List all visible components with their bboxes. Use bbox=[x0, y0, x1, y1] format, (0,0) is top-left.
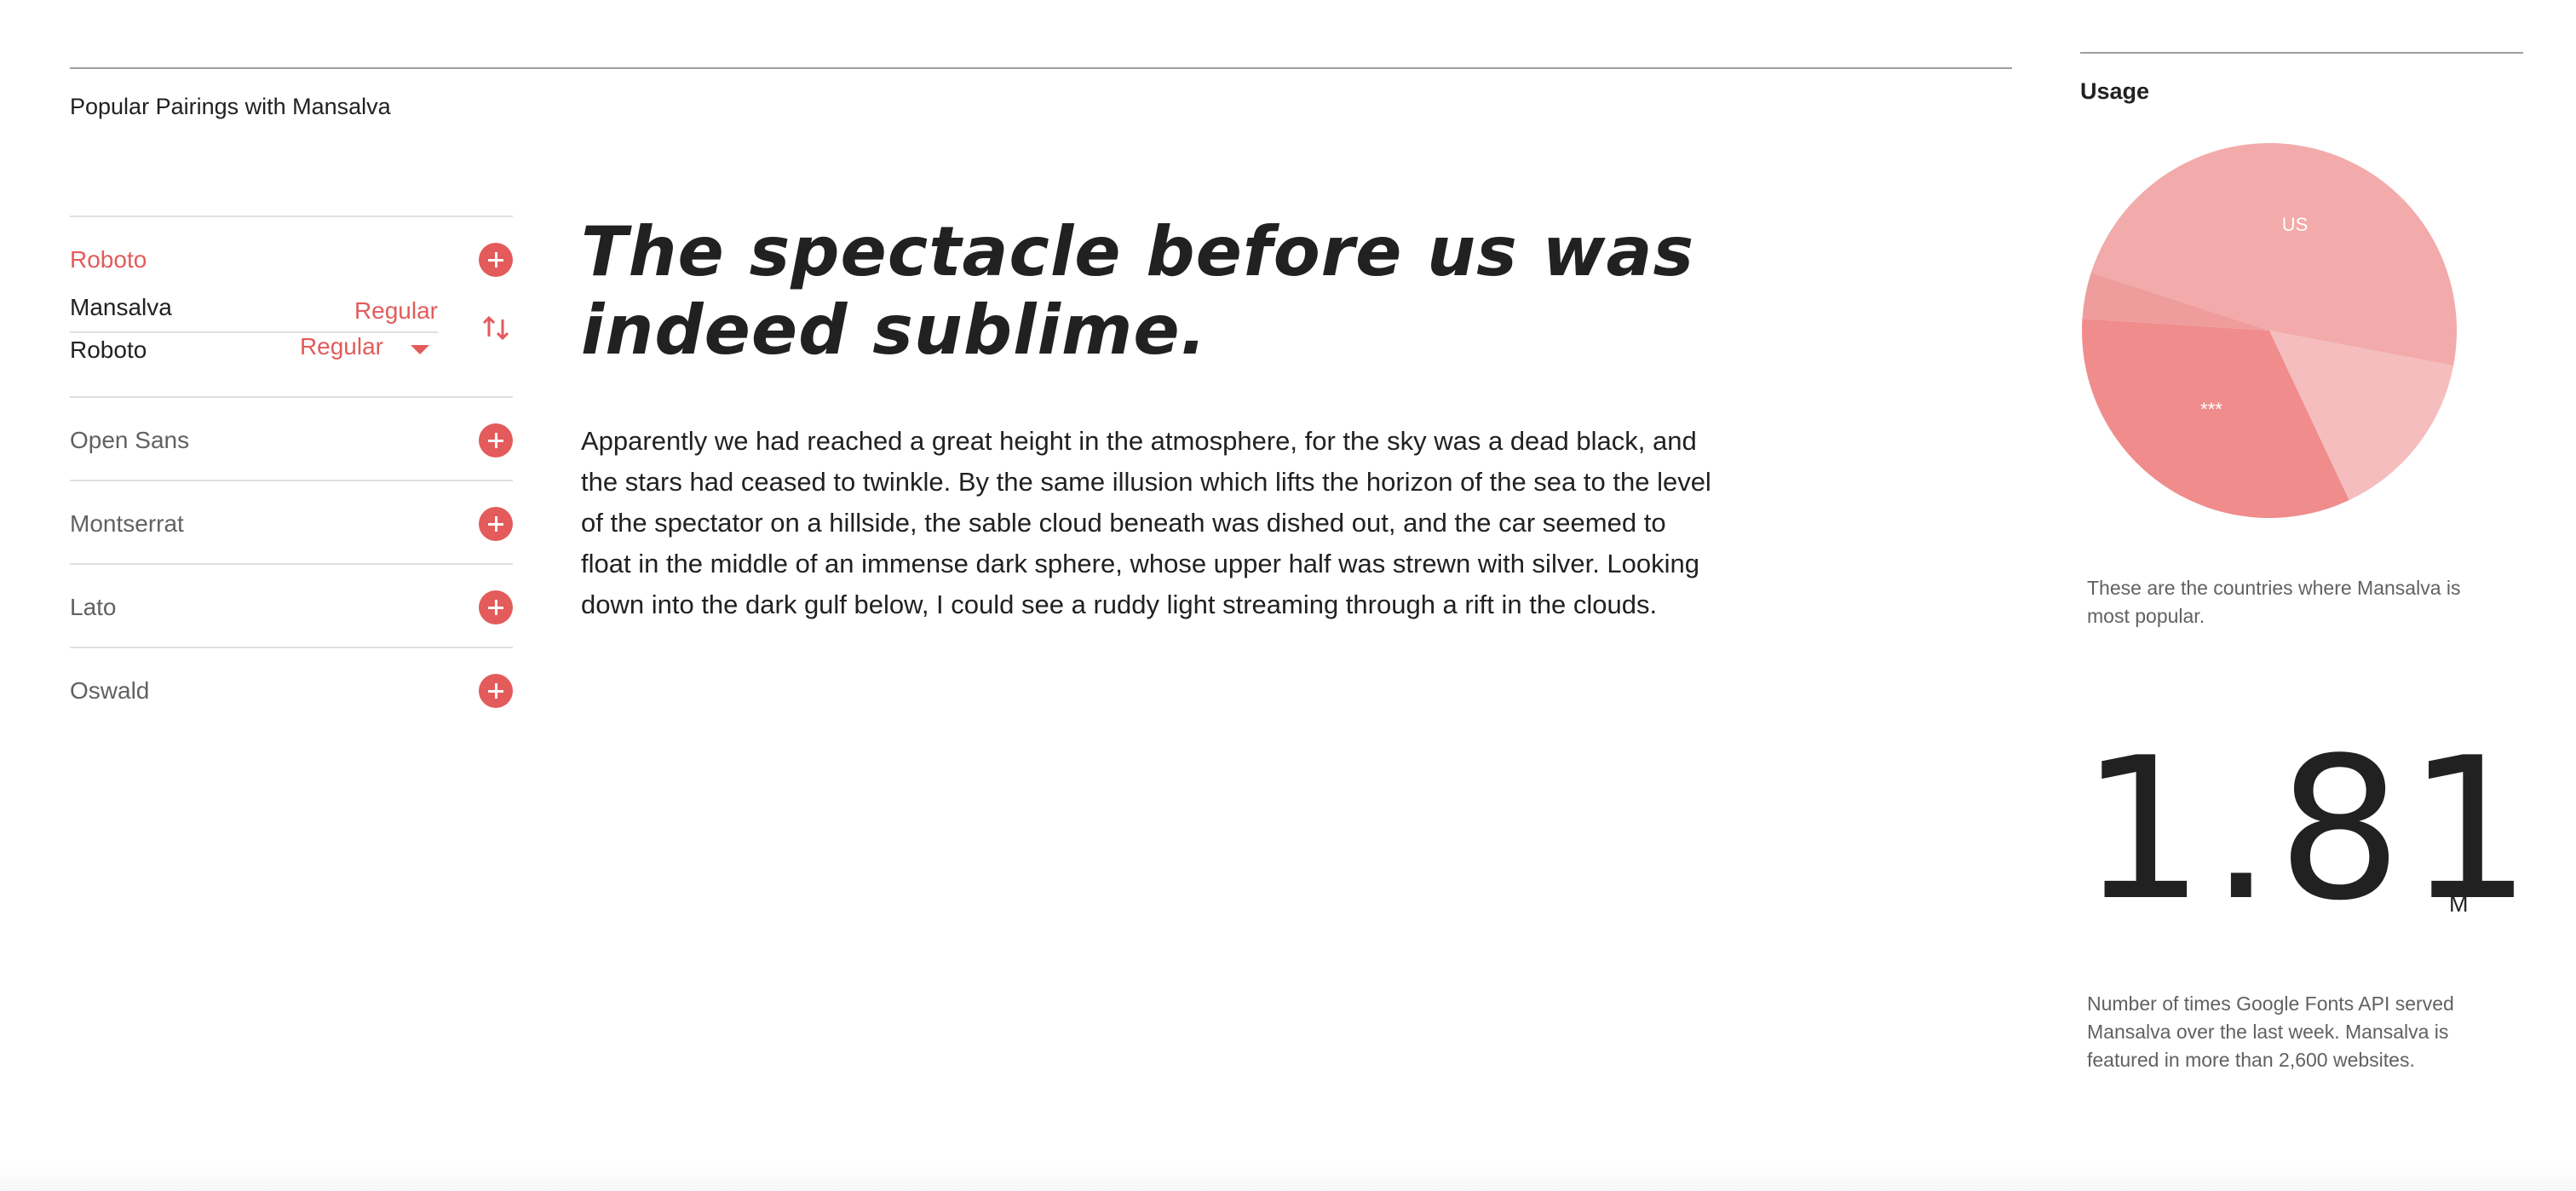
add-icon[interactable] bbox=[479, 423, 513, 457]
pairing-item[interactable]: Montserrat bbox=[70, 480, 513, 563]
secondary-weight-select[interactable]: Regular bbox=[300, 333, 383, 360]
pairing-label: Roboto bbox=[70, 246, 147, 273]
usage-count-caption: Number of times Google Fonts API served … bbox=[2087, 992, 2454, 1071]
add-icon[interactable] bbox=[479, 590, 513, 624]
pairing-item[interactable]: Oswald bbox=[70, 647, 513, 730]
preview-body: Apparently we had reached a great height… bbox=[581, 426, 1711, 619]
pie-slice-label: US bbox=[2282, 214, 2309, 235]
section-title: Popular Pairings with Mansalva bbox=[70, 94, 391, 119]
usage-title: Usage bbox=[2080, 78, 2150, 104]
pairing-item-active[interactable]: Roboto bbox=[70, 216, 513, 277]
pairing-label: Lato bbox=[70, 594, 117, 620]
secondary-font-line: Roboto Regular bbox=[70, 333, 438, 384]
usage-count-unit: M bbox=[2449, 891, 2469, 917]
usage-pie-chart: US *** bbox=[2082, 143, 2457, 518]
pairing-label: Montserrat bbox=[70, 510, 184, 537]
primary-font-name: Mansalva bbox=[70, 294, 172, 320]
page-footer-shade bbox=[0, 1163, 2576, 1191]
pairing-detail: Mansalva Regular Roboto Regular bbox=[70, 280, 513, 396]
pairing-label: Open Sans bbox=[70, 427, 190, 453]
add-icon[interactable] bbox=[479, 507, 513, 541]
add-icon[interactable] bbox=[479, 243, 513, 277]
preview-heading: The spectacle before us was indeed subli… bbox=[581, 212, 1695, 370]
secondary-font-name: Roboto bbox=[70, 337, 147, 363]
add-icon[interactable] bbox=[479, 674, 513, 708]
usage-count: 1.81 bbox=[2080, 716, 2538, 944]
chevron-down-icon[interactable] bbox=[411, 345, 429, 354]
pairing-item[interactable]: Lato bbox=[70, 563, 513, 647]
sidebar-divider-top bbox=[2080, 52, 2523, 54]
header-divider bbox=[70, 67, 2012, 69]
pie-slice-label: *** bbox=[2200, 399, 2222, 420]
swap-icon[interactable] bbox=[479, 311, 513, 345]
primary-weight-select[interactable]: Regular bbox=[354, 297, 438, 325]
primary-font-line: Mansalva Regular bbox=[70, 280, 438, 333]
usage-caption: These are the countries where Mansalva i… bbox=[2087, 577, 2461, 627]
pairings-list: Roboto Mansalva Regular Roboto Regular O… bbox=[70, 216, 513, 730]
pairing-label: Oswald bbox=[70, 677, 150, 704]
pairing-item[interactable]: Open Sans bbox=[70, 396, 513, 480]
